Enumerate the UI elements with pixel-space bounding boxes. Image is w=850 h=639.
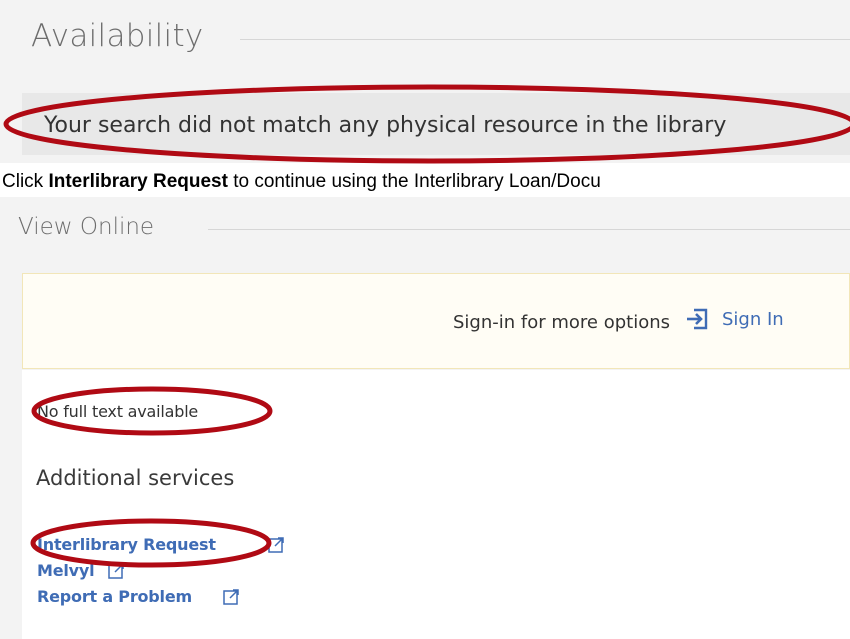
external-link-icon[interactable]: [222, 588, 240, 606]
melvyl-link[interactable]: Melvyl: [37, 561, 95, 580]
report-problem-link[interactable]: Report a Problem: [37, 587, 192, 606]
sign-in-link[interactable]: Sign In: [722, 309, 784, 330]
external-link-icon[interactable]: [107, 562, 125, 580]
sign-in-icon[interactable]: [685, 306, 711, 332]
instruction-suffix: to continue using the Interlibrary Loan/…: [227, 171, 601, 192]
external-link-icon[interactable]: [267, 536, 285, 554]
signin-prompt: Sign-in for more options: [453, 312, 671, 333]
instruction-text: Click Interlibrary Request to continue u…: [2, 171, 601, 193]
additional-services-heading: Additional services: [36, 466, 235, 490]
notice-text: Your search did not match any physical r…: [44, 113, 727, 138]
instruction-prefix: Click: [2, 171, 49, 192]
view-online-heading: View Online: [18, 214, 155, 240]
fulltext-status: No full text available: [37, 402, 199, 421]
instruction-bold: Interlibrary Request: [48, 171, 228, 192]
interlibrary-request-link[interactable]: Interlibrary Request: [37, 535, 216, 554]
availability-divider: [240, 39, 850, 40]
view-online-divider: [208, 229, 850, 230]
availability-heading: Availability: [31, 18, 204, 54]
